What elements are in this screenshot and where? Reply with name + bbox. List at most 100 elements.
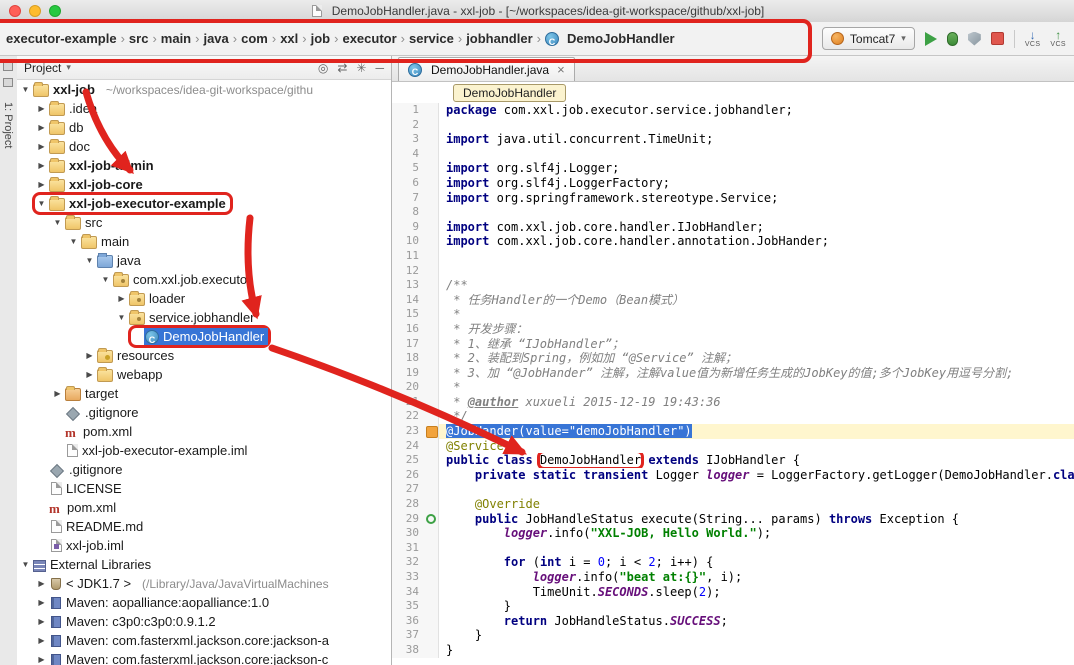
code-line-35[interactable]: 35 } — [391, 599, 1074, 614]
vcs-update-button[interactable]: ↓ VCS — [1025, 29, 1041, 48]
code-line-24[interactable]: 24@Service — [391, 439, 1074, 454]
tree-item-target[interactable]: ▶target — [17, 384, 391, 403]
collapsed-arrow-icon[interactable]: ▶ — [35, 123, 48, 132]
breadcrumb-item-job[interactable]: job — [309, 30, 333, 47]
tree-item-doc[interactable]: ▶doc — [17, 137, 391, 156]
tree-item-readme-md[interactable]: README.md — [17, 517, 391, 536]
code-line-20[interactable]: 20 * — [391, 380, 1074, 395]
tree-item-xxl-job-admin[interactable]: ▶xxl-job-admin — [17, 156, 391, 175]
code-line-26[interactable]: 26 private static transient Logger logge… — [391, 468, 1074, 483]
line-number[interactable]: 30 — [391, 526, 425, 541]
collapsed-arrow-icon[interactable]: ▶ — [35, 655, 48, 664]
collapsed-arrow-icon[interactable]: ▶ — [35, 180, 48, 189]
run-button[interactable] — [925, 32, 937, 46]
line-number[interactable]: 17 — [391, 337, 425, 352]
tree-item-license[interactable]: LICENSE — [17, 479, 391, 498]
collapsed-arrow-icon[interactable]: ▶ — [35, 161, 48, 170]
code-line-27[interactable]: 27 — [391, 482, 1074, 497]
collapsed-arrow-icon[interactable]: ▶ — [35, 142, 48, 151]
tool-window-icon[interactable] — [3, 62, 13, 71]
expanded-arrow-icon[interactable]: ▼ — [35, 199, 48, 208]
expanded-arrow-icon[interactable]: ▼ — [19, 85, 32, 94]
zoom-window-button[interactable] — [49, 5, 61, 17]
line-number[interactable]: 32 — [391, 555, 425, 570]
tree-item-jdk1-7[interactable]: ▶< JDK1.7 >(/Library/Java/JavaVirtualMac… — [17, 574, 391, 593]
line-number[interactable]: 23 — [391, 424, 425, 439]
expanded-arrow-icon[interactable]: ▼ — [51, 218, 64, 227]
code-line-30[interactable]: 30 logger.info("XXL-JOB, Hello World."); — [391, 526, 1074, 541]
line-number[interactable]: 11 — [391, 249, 425, 264]
tree-item-maven-aopalliance-aopalliance-1-0[interactable]: ▶Maven: aopalliance:aopalliance:1.0 — [17, 593, 391, 612]
expanded-arrow-icon[interactable]: ▼ — [115, 313, 128, 322]
tree-item-external-libraries[interactable]: ▼External Libraries — [17, 555, 391, 574]
line-number[interactable]: 12 — [391, 264, 425, 279]
line-number[interactable]: 1 — [391, 103, 425, 118]
breadcrumb-item-main[interactable]: main — [159, 30, 193, 47]
line-number[interactable]: 38 — [391, 643, 425, 658]
collapsed-arrow-icon[interactable]: ▶ — [51, 389, 64, 398]
collapsed-arrow-icon[interactable]: ▶ — [35, 617, 48, 626]
tree-item-com-xxl-job-executor[interactable]: ▼com.xxl.job.executor — [17, 270, 391, 289]
collapsed-arrow-icon[interactable]: ▶ — [83, 370, 96, 379]
line-number[interactable]: 24 — [391, 439, 425, 454]
tree-item-xxl-job-core[interactable]: ▶xxl-job-core — [17, 175, 391, 194]
line-number[interactable]: 27 — [391, 482, 425, 497]
tree-item-gitignore[interactable]: .gitignore — [17, 403, 391, 422]
line-number[interactable]: 37 — [391, 628, 425, 643]
coverage-button[interactable] — [968, 32, 981, 46]
line-number[interactable]: 31 — [391, 541, 425, 556]
expanded-arrow-icon[interactable]: ▼ — [83, 256, 96, 265]
override-icon[interactable] — [426, 514, 436, 524]
line-number[interactable]: 4 — [391, 147, 425, 162]
debug-button[interactable] — [947, 32, 958, 46]
line-number[interactable]: 28 — [391, 497, 425, 512]
code-line-12[interactable]: 12 — [391, 264, 1074, 279]
line-number[interactable]: 7 — [391, 191, 425, 206]
tree-item-pom-xml[interactable]: pom.xml — [17, 422, 391, 441]
tree-item-idea[interactable]: ▶.idea — [17, 99, 391, 118]
tree-item-xxl-job[interactable]: ▼xxl-job~/workspaces/idea-git-workspace/… — [17, 80, 391, 99]
breadcrumb-item-jobhandler[interactable]: jobhandler — [464, 30, 534, 47]
collapsed-arrow-icon[interactable]: ▶ — [35, 104, 48, 113]
tree-item-gitignore[interactable]: .gitignore — [17, 460, 391, 479]
tree-item-webapp[interactable]: ▶webapp — [17, 365, 391, 384]
line-number[interactable]: 29 — [391, 512, 425, 527]
tree-item-resources[interactable]: ▶resources — [17, 346, 391, 365]
code-line-10[interactable]: 10import com.xxl.job.core.handler.annota… — [391, 234, 1074, 249]
code-line-29[interactable]: 29 public JobHandleStatus execute(String… — [391, 512, 1074, 527]
tree-item-db[interactable]: ▶db — [17, 118, 391, 137]
tab-demojobhandler[interactable]: DemoJobHandler.java × — [398, 57, 575, 81]
line-number[interactable]: 9 — [391, 220, 425, 235]
collapsed-arrow-icon[interactable]: ▶ — [35, 598, 48, 607]
tree-item-maven-com-fasterxml-jackson-core-jackson-c[interactable]: ▶Maven: com.fasterxml.jackson.core:jacks… — [17, 650, 391, 665]
collapsed-arrow-icon[interactable]: ▶ — [35, 636, 48, 645]
line-number[interactable]: 8 — [391, 205, 425, 220]
tree-item-src[interactable]: ▼src — [17, 213, 391, 232]
collapsed-arrow-icon[interactable]: ▶ — [35, 579, 48, 588]
line-number[interactable]: 33 — [391, 570, 425, 585]
code-line-6[interactable]: 6import org.slf4j.LoggerFactory; — [391, 176, 1074, 191]
breadcrumb-item-src[interactable]: src — [127, 30, 151, 47]
project-panel-title[interactable]: Project — [24, 61, 61, 75]
expanded-arrow-icon[interactable]: ▼ — [67, 237, 80, 246]
code-line-19[interactable]: 19 * 3、加 “@JobHander” 注解，注解value值为新增任务生成… — [391, 366, 1074, 381]
line-number[interactable]: 19 — [391, 366, 425, 381]
collapse-all-icon[interactable]: ⇄ — [337, 61, 347, 75]
expanded-arrow-icon[interactable]: ▼ — [99, 275, 112, 284]
editor-breadcrumb-chip[interactable]: DemoJobHandler — [453, 84, 566, 102]
breadcrumb-item-executor-example[interactable]: executor-example — [4, 30, 119, 47]
breadcrumb-item-java[interactable]: java — [201, 30, 230, 47]
expanded-arrow-icon[interactable]: ▼ — [19, 560, 32, 569]
code-line-1[interactable]: 1package com.xxl.job.executor.service.jo… — [391, 103, 1074, 118]
line-number[interactable]: 22 — [391, 409, 425, 424]
line-number[interactable]: 36 — [391, 614, 425, 629]
code-line-38[interactable]: 38} — [391, 643, 1074, 658]
code-line-9[interactable]: 9import com.xxl.job.core.handler.IJobHan… — [391, 220, 1074, 235]
chevron-down-icon[interactable]: ▾ — [66, 62, 71, 73]
breadcrumb-item-xxl[interactable]: xxl — [278, 30, 300, 47]
code-line-34[interactable]: 34 TimeUnit.SECONDS.sleep(2); — [391, 585, 1074, 600]
code-line-21[interactable]: 21 * @author xuxueli 2015-12-19 19:43:36 — [391, 395, 1074, 410]
tree-item-java[interactable]: ▼java — [17, 251, 391, 270]
collapsed-arrow-icon[interactable]: ▶ — [83, 351, 96, 360]
breadcrumb-item-com[interactable]: com — [239, 30, 270, 47]
